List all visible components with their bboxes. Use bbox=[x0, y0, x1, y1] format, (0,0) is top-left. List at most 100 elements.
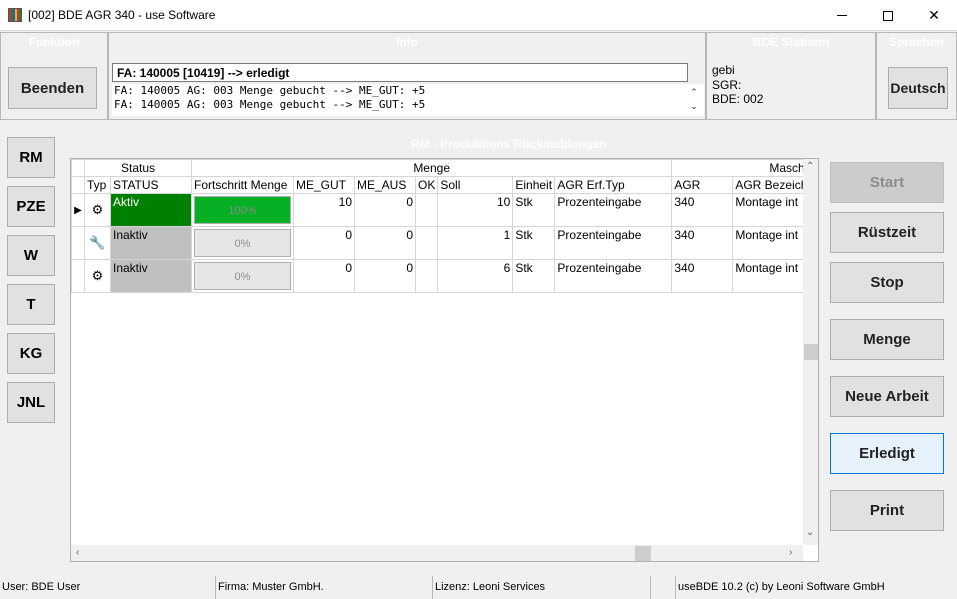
maximize-button[interactable] bbox=[865, 0, 911, 31]
maximize-icon bbox=[883, 10, 893, 21]
column-header-agr[interactable]: AGR bbox=[671, 176, 734, 194]
station-bde: BDE: 002 bbox=[712, 92, 764, 106]
info-group: Info FA: 140005 [10419] --> erledigt FA:… bbox=[108, 32, 706, 120]
scroll-right-icon[interactable]: › bbox=[789, 547, 792, 558]
status-bar: User: BDE User Firma: Muster GmbH. Lizen… bbox=[0, 576, 957, 599]
einheit-cell[interactable]: Stk bbox=[512, 193, 556, 227]
window-title: [002] BDE AGR 340 - use Software bbox=[28, 8, 216, 22]
einheit-cell[interactable]: Stk bbox=[512, 259, 556, 293]
info-scroll-arrows[interactable]: ⌃ ⌄ bbox=[688, 85, 700, 115]
production-table: Status Menge Maschi Typ STATUS Fortschri… bbox=[71, 159, 811, 293]
group-header-menge: Menge bbox=[190, 159, 673, 177]
me-aus-cell[interactable]: 0 bbox=[354, 226, 416, 260]
row-header bbox=[71, 226, 85, 260]
erledigt-button[interactable]: Erledigt bbox=[830, 433, 944, 474]
column-header-fortschritt[interactable]: Fortschritt Menge bbox=[191, 176, 294, 194]
agr-cell[interactable]: 340 bbox=[671, 193, 734, 227]
wrench-icon: 🔧 bbox=[84, 226, 111, 260]
station-group: BDE Stationn gebi SGR: BDE: 002 bbox=[706, 32, 876, 120]
progress-cell[interactable]: 100% bbox=[191, 193, 294, 227]
bezeich-cell[interactable]: Montage int bbox=[732, 259, 811, 293]
progress-bar: 0% bbox=[194, 262, 291, 290]
nav-jnl-button[interactable]: JNL bbox=[7, 382, 55, 423]
erf-typ-cell[interactable]: Prozenteingabe bbox=[554, 226, 673, 260]
status-cell[interactable]: Aktiv bbox=[110, 193, 192, 227]
column-header-einheit[interactable]: Einheit bbox=[512, 176, 556, 194]
start-button[interactable]: Start bbox=[830, 162, 944, 203]
scroll-down-icon[interactable]: ⌄ bbox=[806, 527, 814, 538]
nav-kg-button[interactable]: KG bbox=[7, 333, 55, 374]
row-header bbox=[71, 259, 85, 293]
status-lizenz: Lizenz: Leoni Services bbox=[432, 576, 650, 599]
column-header-me-aus[interactable]: ME_AUS bbox=[354, 176, 416, 194]
stop-button[interactable]: Stop bbox=[830, 262, 944, 303]
erf-typ-cell[interactable]: Prozenteingabe bbox=[554, 193, 673, 227]
horizontal-scroll-thumb[interactable] bbox=[635, 546, 651, 561]
agr-cell[interactable]: 340 bbox=[671, 259, 734, 293]
me-gut-cell[interactable]: 0 bbox=[293, 226, 355, 260]
bezeich-cell[interactable]: Montage int bbox=[732, 193, 811, 227]
soll-cell[interactable]: 10 bbox=[437, 193, 514, 227]
menge-button[interactable]: Menge bbox=[830, 319, 944, 360]
progress-bar: 100% bbox=[194, 196, 291, 224]
corner-header bbox=[71, 159, 85, 177]
me-gut-cell[interactable]: 10 bbox=[293, 193, 355, 227]
me-aus-cell[interactable]: 0 bbox=[354, 193, 416, 227]
scroll-up-icon[interactable]: ⌃ bbox=[806, 161, 814, 172]
column-header-ok[interactable]: OK bbox=[414, 176, 439, 194]
column-header-me-gut[interactable]: ME_GUT bbox=[293, 176, 355, 194]
ok-cell[interactable] bbox=[414, 259, 439, 293]
nav-t-button[interactable]: T bbox=[7, 284, 55, 325]
agr-cell[interactable]: 340 bbox=[671, 226, 734, 260]
neue-arbeit-button[interactable]: Neue Arbeit bbox=[830, 376, 944, 417]
minimize-icon bbox=[837, 15, 847, 16]
close-icon: ✕ bbox=[928, 7, 940, 23]
production-grid[interactable]: Status Menge Maschi Typ STATUS Fortschri… bbox=[70, 158, 819, 562]
beenden-button[interactable]: Beenden bbox=[8, 67, 97, 109]
gear-icon: ⚙ bbox=[84, 193, 111, 227]
progress-label: 100% bbox=[228, 205, 257, 217]
soll-cell[interactable]: 1 bbox=[437, 226, 514, 260]
nav-w-button[interactable]: W bbox=[7, 235, 55, 276]
vertical-scroll-thumb[interactable] bbox=[804, 344, 818, 360]
ok-cell[interactable] bbox=[414, 226, 439, 260]
status-cell[interactable]: Inaktiv bbox=[110, 226, 192, 260]
nav-rm-button[interactable]: RM bbox=[7, 137, 55, 178]
rm-panel-title: RM - Produktions Rückmeldungen bbox=[410, 137, 607, 151]
row-header-corner bbox=[71, 176, 85, 194]
close-button[interactable]: ✕ bbox=[911, 0, 957, 31]
einheit-cell[interactable]: Stk bbox=[512, 226, 556, 260]
funktion-title: Funktion bbox=[28, 35, 80, 49]
ok-cell[interactable] bbox=[414, 193, 439, 227]
column-header-erf-typ[interactable]: AGR Erf.Typ bbox=[554, 176, 673, 194]
bezeich-cell[interactable]: Montage int bbox=[732, 226, 811, 260]
table-row[interactable]: ⚙ Inaktiv 0% 0 0 6 Stk Prozenteingabe 34… bbox=[71, 259, 811, 293]
erf-typ-cell[interactable]: Prozenteingabe bbox=[554, 259, 673, 293]
info-log-list[interactable]: FA: 140005 AG: 003 Menge gebucht --> ME_… bbox=[112, 84, 704, 116]
soll-cell[interactable]: 6 bbox=[437, 259, 514, 293]
progress-cell[interactable]: 0% bbox=[191, 259, 294, 293]
me-gut-cell[interactable]: 0 bbox=[293, 259, 355, 293]
chevron-down-icon[interactable]: ⌄ bbox=[690, 101, 698, 111]
nav-pze-button[interactable]: PZE bbox=[7, 186, 55, 227]
horizontal-scrollbar[interactable]: ‹ › bbox=[71, 545, 803, 561]
print-button[interactable]: Print bbox=[830, 490, 944, 531]
progress-cell[interactable]: 0% bbox=[191, 226, 294, 260]
status-cell[interactable]: Inaktiv bbox=[110, 259, 192, 293]
column-header-bezeich[interactable]: AGR Bezeich bbox=[732, 176, 811, 194]
column-header-soll[interactable]: Soll bbox=[437, 176, 514, 194]
column-header-status[interactable]: STATUS bbox=[110, 176, 192, 194]
funktion-group: Funktion Beenden bbox=[0, 32, 108, 120]
status-version: useBDE 10.2 (c) by Leoni Software GmbH bbox=[675, 576, 957, 599]
table-row[interactable]: ▶ ⚙ Aktiv 100% 10 0 10 Stk Prozenteingab… bbox=[71, 193, 811, 227]
ruestzeit-button[interactable]: Rüstzeit bbox=[830, 212, 944, 253]
me-aus-cell[interactable]: 0 bbox=[354, 259, 416, 293]
minimize-button[interactable] bbox=[819, 0, 865, 31]
station-title: BDE Stationn bbox=[752, 35, 830, 49]
column-header-typ[interactable]: Typ bbox=[84, 176, 111, 194]
table-row[interactable]: 🔧 Inaktiv 0% 0 0 1 Stk Prozenteingabe 34… bbox=[71, 226, 811, 260]
vertical-scrollbar[interactable]: ⌃ ⌄ bbox=[803, 159, 818, 545]
deutsch-button[interactable]: Deutsch bbox=[888, 67, 948, 109]
scroll-left-icon[interactable]: ‹ bbox=[76, 547, 79, 558]
chevron-up-icon[interactable]: ⌃ bbox=[690, 87, 698, 97]
